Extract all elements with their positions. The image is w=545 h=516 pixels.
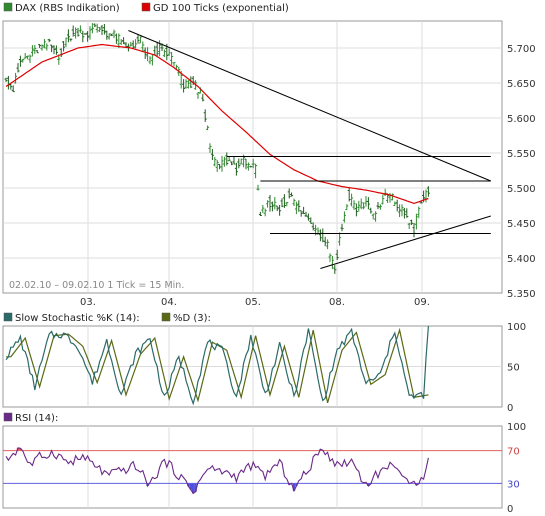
y-tick-label: 5.600 [507,114,536,125]
legend-ema: GD 100 Ticks (exponential) [153,3,289,14]
rsi-y-tick: 100 [507,422,526,433]
legend-stochastic-d: %D (3): [173,313,211,324]
stochastic-y-tick: 50 [507,363,520,374]
y-tick-label: 5.400 [507,254,536,265]
legend-swatch-d [161,312,171,322]
y-tick-label: 5.650 [507,79,536,90]
legend-swatch-ema [141,2,151,12]
y-tick-label: 5.550 [507,149,536,160]
price-panel: 5.700 5.650 5.600 5.550 5.500 5.450 5.400 5.350… [2,2,536,308]
stochastic-y-tick: 0 [507,403,513,414]
rsi-y-tick: 70 [507,447,520,458]
legend-swatch-rsi [3,412,13,422]
legend-price: DAX (RBS Indikation) [15,3,120,14]
rsi-panel: 100 70 30 0 RSI (14): [2,412,526,515]
legend-rsi: RSI (14): [15,413,58,424]
y-tick-label: 5.500 [507,184,536,195]
x-tick-label: 09. [414,297,430,308]
y-tick-label: 5.450 [507,219,536,230]
y-tick-label: 5.700 [507,44,536,55]
x-tick-label: 04. [161,297,177,308]
x-tick-label: 05. [245,297,261,308]
legend-swatch-price [3,2,13,12]
stochastic-y-tick: 100 [507,322,526,333]
date-range-info: 02.02.10 – 09.02.10 1 Tick = 15 Min. [9,280,184,291]
stochastic-panel: 100 50 0 Slow Stochastic %K (14): %D (3): [2,312,526,414]
x-tick-label: 03. [80,297,96,308]
legend-stochastic-k: Slow Stochastic %K (14): [15,313,140,324]
legend-swatch-k [3,312,13,322]
x-tick-label: 08. [329,297,345,308]
rsi-y-tick: 0 [507,504,513,515]
rsi-y-tick: 30 [507,479,520,490]
y-tick-label: 5.350 [507,289,536,300]
stock-chart: 5.700 5.650 5.600 5.550 5.500 5.450 5.400 5.350… [2,2,536,515]
